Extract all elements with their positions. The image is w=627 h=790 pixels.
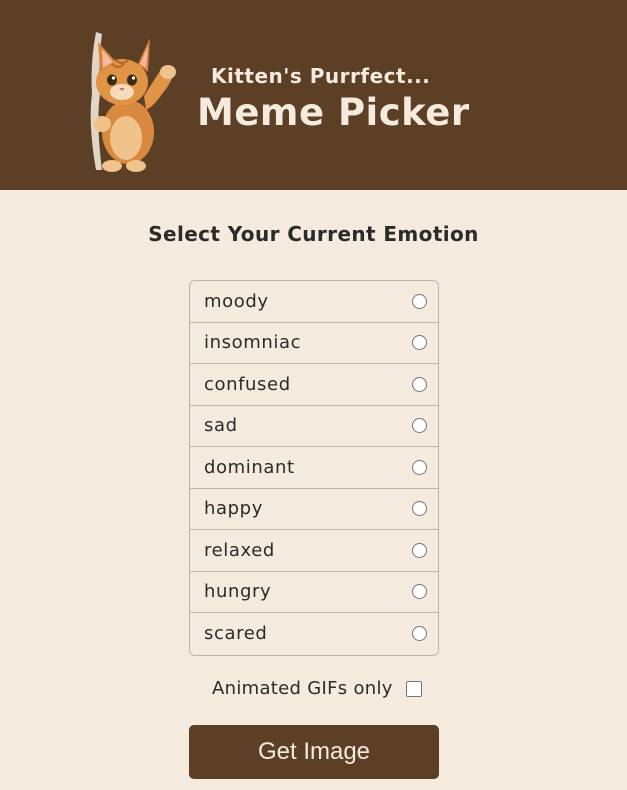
emotion-prompt: Select Your Current Emotion <box>148 222 479 246</box>
header-title: Meme Picker <box>197 91 470 134</box>
emotion-label: insomniac <box>204 332 302 354</box>
emotion-label: relaxed <box>204 539 275 561</box>
emotion-option-scared[interactable]: scared <box>190 613 438 655</box>
gif-only-checkbox[interactable] <box>405 680 422 697</box>
emotion-radio[interactable] <box>412 584 427 600</box>
emotion-label: moody <box>204 290 269 312</box>
emotion-option-sad[interactable]: sad <box>190 406 438 447</box>
header-subtitle: Kitten's Purrfect... <box>211 64 431 88</box>
emotion-option-confused[interactable]: confused <box>190 364 438 406</box>
emotion-radio[interactable] <box>412 293 427 309</box>
emotion-radio[interactable] <box>412 459 427 475</box>
emotion-radio[interactable] <box>412 626 427 642</box>
emotion-label: happy <box>204 498 263 520</box>
emotion-label: sad <box>204 415 238 437</box>
header: Kitten's Purrfect... Meme Picker <box>0 0 627 190</box>
emotion-radio[interactable] <box>412 501 427 517</box>
emotion-option-hungry[interactable]: hungry <box>190 572 438 613</box>
emotion-radio[interactable] <box>412 418 427 434</box>
emotion-label: hungry <box>204 581 272 603</box>
emotion-option-moody[interactable]: moody <box>190 281 438 323</box>
emotion-label: scared <box>204 623 268 645</box>
emotion-label: dominant <box>204 456 295 478</box>
emotion-option-dominant[interactable]: dominant <box>190 447 438 489</box>
emotion-option-insomniac[interactable]: insomniac <box>190 323 438 364</box>
kitten-icon <box>82 24 182 176</box>
emotion-radio[interactable] <box>412 335 427 351</box>
gif-only-label: Animated GIFs only <box>212 678 393 699</box>
emotion-label: confused <box>204 373 291 395</box>
emotion-radio-list: moody insomniac confused sad dominant happy re… <box>189 280 439 656</box>
emotion-option-relaxed[interactable]: relaxed <box>190 530 438 572</box>
emotion-radio[interactable] <box>412 542 427 558</box>
emotion-option-happy[interactable]: happy <box>190 489 438 530</box>
gif-only-option[interactable]: Animated GIFs only <box>212 678 422 699</box>
emotion-radio[interactable] <box>412 376 427 392</box>
header-text: Kitten's Purrfect... Meme Picker <box>197 62 470 136</box>
get-image-button[interactable]: Get Image <box>189 725 439 779</box>
